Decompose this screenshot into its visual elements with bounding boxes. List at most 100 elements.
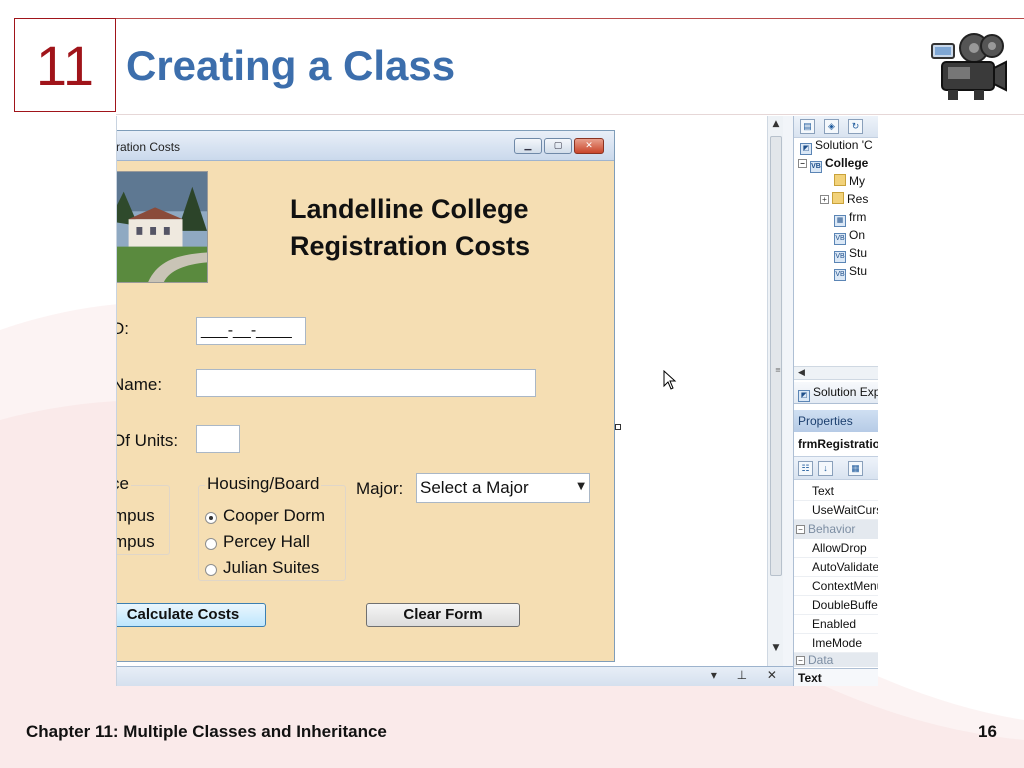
- property-row-enabled[interactable]: Enabled: [794, 615, 878, 634]
- college-heading-line2: Registration Costs: [290, 231, 531, 261]
- refresh-icon[interactable]: ↻: [848, 119, 863, 134]
- residence-group-label: ce: [117, 474, 131, 494]
- right-tool-panel: ▤ ◈ ↻ ◩ Solution 'C − VB College My + Res ▦ f…: [793, 116, 878, 686]
- tree-item-label: Res: [847, 192, 869, 206]
- form-designer-surface: ration Costs ▁ ▢ ✕ Landelline College Re…: [117, 116, 767, 666]
- tree-item-label: On: [849, 228, 866, 242]
- slide-footer: Chapter 11: Multiple Classes and Inherit…: [26, 722, 387, 741]
- units-label: Of Units:: [116, 431, 179, 450]
- chevron-down-icon[interactable]: ▼: [577, 481, 585, 492]
- property-category-label: Data: [808, 653, 834, 667]
- property-row-usewaitcursor[interactable]: UseWaitCurso: [794, 501, 878, 520]
- property-row-doublebuffered[interactable]: DoubleBuffer: [794, 596, 878, 615]
- solution-explorer-toolbar: ▤ ◈ ↻: [794, 116, 878, 138]
- tree-item-my-project[interactable]: My: [834, 174, 865, 192]
- output-panel-tabstrip: ▾ ⊥ ✕: [117, 666, 793, 686]
- folder-icon: [832, 192, 844, 204]
- property-category-behavior[interactable]: − Behavior: [794, 520, 878, 539]
- folder-icon: [834, 174, 846, 186]
- julian-suites-radio[interactable]: [205, 564, 217, 576]
- show-all-files-icon[interactable]: ◈: [824, 119, 839, 134]
- panel-buttons[interactable]: ▾ ⊥ ✕: [711, 668, 785, 682]
- tree-item-label: Stu: [849, 246, 868, 260]
- property-row-contextmenu[interactable]: ContextMenu: [794, 577, 878, 596]
- housing-groupbox: Housing/Board Cooper Dorm Percey Hall Ju…: [198, 474, 346, 581]
- slide-title: Creating a Class: [126, 42, 456, 89]
- form-file-icon: ▦: [834, 215, 846, 227]
- scroll-down-arrow-icon[interactable]: ▼: [768, 640, 784, 656]
- solution-explorer-tab-label: Solution Expl: [813, 385, 878, 399]
- maximize-button[interactable]: ▢: [544, 138, 572, 154]
- student-id-mask: ___-__-____: [201, 322, 292, 339]
- student-id-label: D:: [117, 319, 129, 338]
- college-heading-line1: Landelline College: [290, 194, 529, 224]
- tree-item-resources[interactable]: + Res: [820, 192, 868, 210]
- property-row-allowdrop[interactable]: AllowDrop: [794, 539, 878, 558]
- project-icon: VB: [810, 161, 822, 173]
- property-category-data[interactable]: − Data: [794, 653, 878, 667]
- chapter-number-box: 11: [14, 18, 116, 112]
- collapse-icon[interactable]: −: [796, 656, 805, 665]
- units-input[interactable]: [196, 425, 240, 453]
- scroll-grip-icon: ≡: [775, 366, 781, 374]
- solution-root-label: Solution 'C: [815, 138, 873, 152]
- scroll-left-arrow-icon[interactable]: ◀: [798, 367, 805, 378]
- mouse-pointer-icon: [663, 370, 677, 390]
- categorized-icon[interactable]: ☷: [798, 461, 813, 476]
- solution-explorer-tab[interactable]: ◩ Solution Expl: [794, 382, 878, 404]
- tree-item-student-1[interactable]: VB Stu: [834, 246, 867, 264]
- solution-explorer-tab-icon: ◩: [798, 390, 810, 402]
- header-bottom-rule: [116, 114, 1024, 115]
- page-number: 16: [978, 722, 997, 741]
- tree-item-label: Stu: [849, 264, 868, 278]
- tree-item-student-2[interactable]: VB Stu: [834, 264, 867, 282]
- alphabetical-icon[interactable]: ↓: [818, 461, 833, 476]
- project-item[interactable]: − VB College: [798, 156, 868, 174]
- calculate-costs-button[interactable]: Calculate Costs: [117, 603, 266, 627]
- solution-root-item[interactable]: ◩ Solution 'C: [800, 138, 873, 156]
- properties-header: Properties: [794, 410, 878, 432]
- percey-hall-radio[interactable]: [205, 538, 217, 550]
- college-heading: Landelline College Registration Costs: [290, 191, 590, 265]
- chapter-number: 11: [35, 34, 95, 97]
- property-row-imemode[interactable]: ImeMode: [794, 634, 878, 653]
- designer-vertical-scrollbar[interactable]: ▲ ≡ ▼: [767, 116, 783, 666]
- resize-handle[interactable]: [615, 424, 621, 430]
- collapse-icon[interactable]: −: [798, 159, 807, 168]
- major-combobox[interactable]: Select a Major ▼: [416, 473, 590, 503]
- form-title-bar[interactable]: ration Costs ▁ ▢ ✕: [116, 131, 614, 161]
- scroll-up-arrow-icon[interactable]: ▲: [768, 116, 784, 132]
- explorer-horizontal-scrollbar[interactable]: ◀: [794, 366, 878, 380]
- percey-hall-label[interactable]: Percey Hall: [223, 532, 310, 552]
- clear-form-button[interactable]: Clear Form: [366, 603, 520, 627]
- tree-item-label: My: [849, 174, 865, 188]
- close-button[interactable]: ✕: [574, 138, 604, 154]
- property-row-autovalidate[interactable]: AutoValidate: [794, 558, 878, 577]
- scrollbar-thumb[interactable]: ≡: [770, 136, 782, 576]
- expand-icon[interactable]: +: [820, 195, 829, 204]
- registration-form-window[interactable]: ration Costs ▁ ▢ ✕ Landelline College Re…: [116, 130, 615, 662]
- student-id-masked-input[interactable]: ___-__-____: [196, 317, 306, 345]
- julian-suites-label[interactable]: Julian Suites: [223, 558, 319, 578]
- property-category-label: Behavior: [808, 522, 856, 536]
- housing-group-label: Housing/Board: [205, 474, 322, 494]
- minimize-button[interactable]: ▁: [514, 138, 542, 154]
- cooper-dorm-label[interactable]: Cooper Dorm: [223, 506, 325, 526]
- cooper-dorm-radio[interactable]: [205, 512, 217, 524]
- form-title-text: ration Costs: [116, 140, 181, 154]
- tree-item-form[interactable]: ▦ frm: [834, 210, 866, 228]
- solution-icon: ◩: [800, 143, 812, 155]
- collapse-icon[interactable]: −: [796, 525, 805, 534]
- tree-item-oncampus[interactable]: VB On: [834, 228, 865, 246]
- property-pages-icon[interactable]: ▦: [848, 461, 863, 476]
- vb-file-icon: VB: [834, 269, 846, 281]
- properties-object-selector[interactable]: frmRegistration: [794, 434, 878, 454]
- properties-toolbar-icon[interactable]: ▤: [800, 119, 815, 134]
- ide-screenshot: ration Costs ▁ ▢ ✕ Landelline College Re…: [116, 116, 878, 686]
- residence-option-2[interactable]: mpus: [117, 532, 155, 552]
- campus-photo: [117, 171, 208, 283]
- residence-groupbox: ce mpus mpus: [117, 474, 170, 555]
- student-name-input[interactable]: [196, 369, 536, 397]
- residence-option-1[interactable]: mpus: [117, 506, 155, 526]
- property-row-text[interactable]: Text: [794, 482, 878, 501]
